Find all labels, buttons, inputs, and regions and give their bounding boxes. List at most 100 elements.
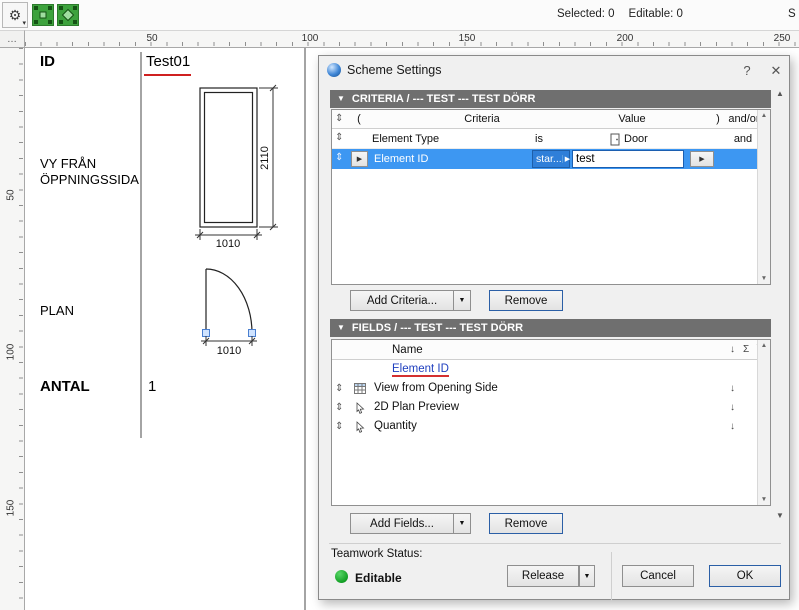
criteria-name: Element ID <box>374 153 429 165</box>
add-fields-dropdown-button[interactable]: ▼ <box>453 513 471 534</box>
truncated-label: S <box>788 8 796 20</box>
elevation-width-dim-text: 1010 <box>216 238 240 250</box>
view-side-label-line1: VY FRÅN <box>40 156 97 171</box>
field-name: 2D Plan Preview <box>374 401 460 413</box>
fields-name-column: Name <box>392 344 423 356</box>
criteria-operator[interactable]: is <box>535 133 543 145</box>
dialog-scroll-down[interactable]: ▼ <box>772 508 788 522</box>
sort-down-icon[interactable]: ↓ <box>730 383 735 394</box>
expand-right-icon: ▶ <box>356 156 363 163</box>
criteria-value-input[interactable] <box>572 150 684 168</box>
dialog-titlebar[interactable]: Scheme Settings ? ✕ <box>319 56 789 84</box>
add-criteria-dropdown-button[interactable]: ▼ <box>453 290 471 311</box>
drag-handle-icon: ⇕ <box>335 132 344 143</box>
dropdown-icon: ▼ <box>583 572 591 580</box>
field-row-2d-plan-preview[interactable]: ⇕ 2D Plan Preview ↓ <box>332 399 757 418</box>
col-open-paren: ( <box>357 113 361 125</box>
quantity-row-value[interactable]: 1 <box>148 378 156 395</box>
field-row-view-from-opening-side[interactable]: ⇕ View from Opening Side ↓ <box>332 380 757 399</box>
plan-row-label: PLAN <box>40 303 74 318</box>
scroll-up-icon: ▲ <box>776 88 784 98</box>
remove-criteria-button[interactable]: Remove <box>489 290 563 311</box>
selected-count: Selected: 0 <box>557 8 615 20</box>
plan-handle-right <box>248 329 256 337</box>
teamwork-status-value: Editable <box>355 571 402 585</box>
operator-text: star... <box>536 153 562 165</box>
scroll-down-icon: ▼ <box>760 275 768 282</box>
grid-preview-icon <box>354 383 366 394</box>
vertical-ruler[interactable]: 50 100 150 <box>0 48 25 610</box>
help-button[interactable]: ? <box>738 62 756 79</box>
criteria-table-header: ⇕ ( Criteria Value ) and/or <box>332 110 760 129</box>
criteria-row-element-id[interactable]: ⇕ ▶ Element ID star... ▶ ▶ <box>332 149 757 169</box>
fields-list: Name ↓ Σ ⚑ Element ID ⇕ View from O <box>331 339 771 506</box>
criteria-row-element-type[interactable]: ⇕ Element Type is Door and <box>332 129 757 149</box>
criteria-section-header[interactable]: ▼ CRITERIA / --- TEST --- TEST DÖRR <box>330 90 771 108</box>
toolbar-green-button-1[interactable] <box>31 3 55 27</box>
drag-handle-icon: ⇕ <box>335 402 344 413</box>
criteria-operator-dropdown[interactable]: star... ▶ <box>532 150 570 168</box>
sum-icon[interactable]: Σ <box>743 344 749 355</box>
horizontal-ruler[interactable]: 50 100 150 200 250 <box>25 30 799 48</box>
toolbar-green-button-2[interactable] <box>56 3 80 27</box>
criteria-scrollbar[interactable]: ▲ ▼ <box>757 110 770 284</box>
application-window: ⚙ ▾ Selected: 0 Editable: 0 S … 50 100 1… <box>0 0 799 610</box>
fields-section-header[interactable]: ▼ FIELDS / --- TEST --- TEST DÖRR <box>330 319 771 337</box>
collapse-icon: ▼ <box>337 323 345 332</box>
fields-scrollbar[interactable]: ▲ ▼ <box>757 340 770 505</box>
sort-down-icon[interactable]: ↓ <box>730 344 735 355</box>
release-button[interactable]: Release <box>507 565 579 587</box>
dialog-scroll-up[interactable]: ▲ <box>772 86 788 100</box>
ok-button[interactable]: OK <box>709 565 781 587</box>
view-side-label-line2: ÖPPNINGSSIDA <box>40 172 139 187</box>
v-ruler-tick-label: 150 <box>5 499 17 517</box>
schedule-drawing: 2110 1010 1010 <box>140 48 306 610</box>
ruler-corner-button[interactable]: … <box>0 30 25 48</box>
criteria-section-title: CRITERIA / --- TEST --- TEST DÖRR <box>351 93 536 105</box>
criteria-value[interactable]: Door <box>624 133 648 145</box>
field-name: View from Opening Side <box>374 382 498 394</box>
release-label: Release <box>521 570 565 582</box>
col-criteria: Criteria <box>464 113 500 125</box>
add-criteria-button[interactable]: Add Criteria... <box>350 290 454 311</box>
plan-width-dim-text: 1010 <box>217 345 241 357</box>
schedule-id-value[interactable]: Test01 <box>146 53 190 70</box>
ok-label: OK <box>736 570 754 582</box>
cancel-label: Cancel <box>640 570 676 582</box>
criteria-name: Element Type <box>372 133 440 145</box>
sort-down-icon[interactable]: ↓ <box>730 421 735 432</box>
close-button[interactable]: ✕ <box>767 62 785 79</box>
sort-down-icon[interactable]: ↓ <box>730 402 735 413</box>
button-group-divider <box>611 552 612 601</box>
field-name: Quantity <box>374 420 417 432</box>
add-fields-button[interactable]: Add Fields... <box>350 513 454 534</box>
h-ruler-tick-label: 100 <box>301 33 319 44</box>
h-ruler-tick-label: 250 <box>773 33 791 44</box>
col-close-paren: ) <box>716 113 720 125</box>
field-row-quantity[interactable]: ⇕ Quantity ↓ <box>332 418 757 437</box>
scheme-settings-dialog: Scheme Settings ? ✕ ▲ ▼ ▼ CRITERIA / ---… <box>318 55 790 601</box>
scroll-down-icon: ▼ <box>776 510 784 520</box>
criteria-andor[interactable]: and <box>728 133 758 145</box>
scheme-settings-icon <box>327 63 341 77</box>
release-dropdown-button[interactable]: ▼ <box>579 565 595 587</box>
cancel-button[interactable]: Cancel <box>622 565 694 587</box>
field-name-editing[interactable]: Element ID <box>392 363 449 377</box>
v-ruler-tick-label: 100 <box>5 343 17 361</box>
dialog-title: Scheme Settings <box>347 63 442 77</box>
criteria-expand-button[interactable]: ▶ <box>351 151 368 167</box>
field-row-element-id[interactable]: Element ID <box>332 361 757 380</box>
remove-fields-label: Remove <box>504 517 548 530</box>
settings-menu-button[interactable]: ⚙ ▾ <box>2 2 28 28</box>
quantity-row-label: ANTAL <box>40 378 90 395</box>
drag-handle-icon: ⇕ <box>335 421 344 432</box>
editable-count: Editable: 0 <box>628 8 683 20</box>
criteria-value-picker-button[interactable]: ▶ <box>690 151 714 167</box>
remove-criteria-label: Remove <box>504 294 548 307</box>
selection-grid-icon <box>32 4 54 26</box>
remove-fields-button[interactable]: Remove <box>489 513 563 534</box>
elevation-height-dim-text: 2110 <box>259 146 271 170</box>
cursor-icon <box>356 402 365 414</box>
cursor-icon <box>356 421 365 433</box>
fields-section-title: FIELDS / --- TEST --- TEST DÖRR <box>351 322 524 334</box>
